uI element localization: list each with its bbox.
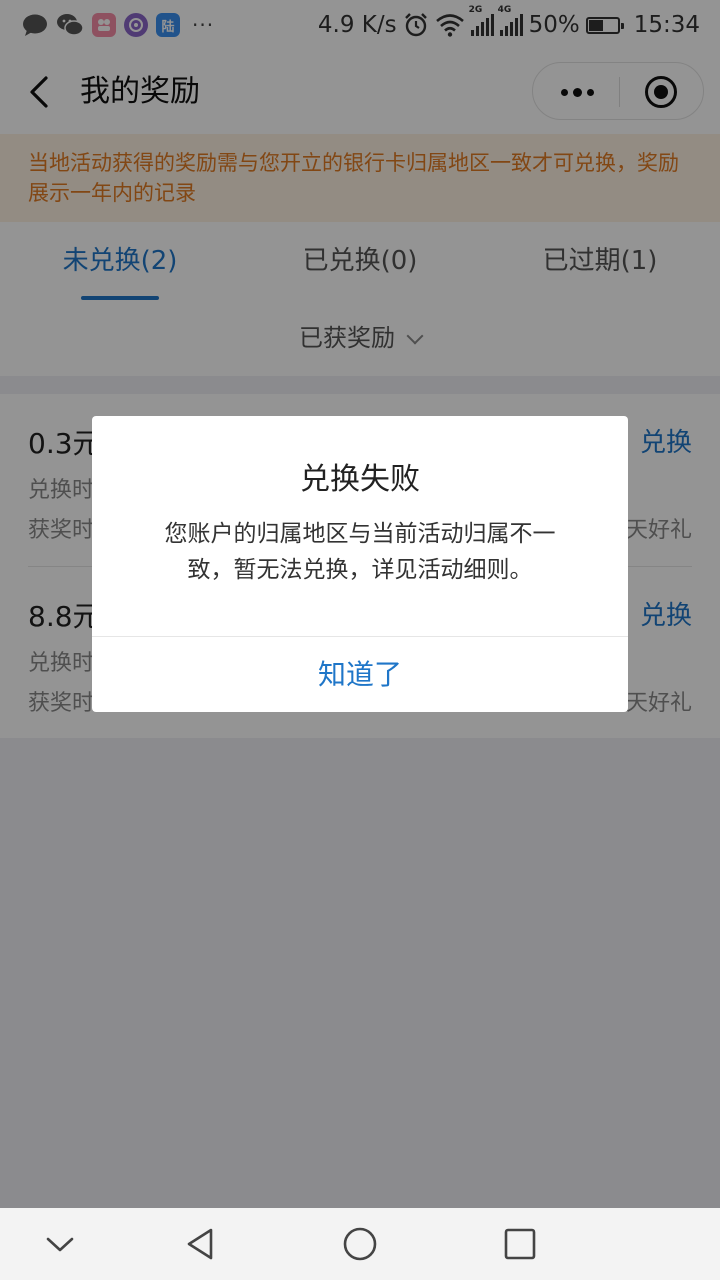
screen: 陆 ··· 4.9 K/s 2G 4G 50% 15:34 我的奖励 当地活动获… (0, 0, 720, 1280)
error-dialog: 兑换失败 您账户的归属地区与当前活动归属不一致，暂无法兑换，详见活动细则。 知道… (92, 416, 628, 712)
system-nav-bar (0, 1208, 720, 1280)
dialog-title: 兑换失败 (300, 462, 420, 497)
back-triangle-icon[interactable] (180, 1224, 220, 1264)
recents-square-icon[interactable] (500, 1224, 540, 1264)
home-circle-icon[interactable] (340, 1224, 380, 1264)
dialog-confirm-button[interactable]: 知道了 (92, 637, 628, 712)
hide-nav-chevron-icon[interactable] (40, 1224, 80, 1264)
dialog-message: 您账户的归属地区与当前活动归属不一致，暂无法兑换，详见活动细则。 (164, 521, 556, 583)
